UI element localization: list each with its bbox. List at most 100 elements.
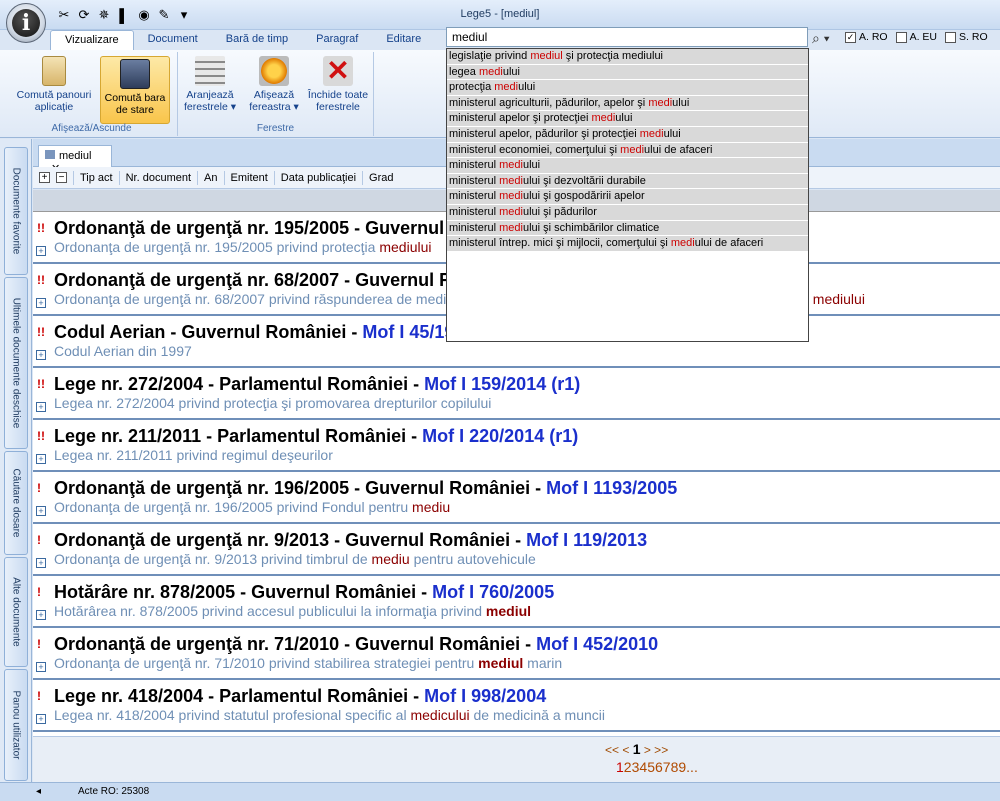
result-title[interactable]: Lege nr. 272/2004 - Parlamentul României… <box>54 368 1000 395</box>
toggle-app-panels-button[interactable]: Comută panouri aplicaţie <box>10 56 98 113</box>
checkbox-s-ro[interactable]: S. RO <box>945 31 988 43</box>
suggestion-item[interactable]: ministerul mediului şi schimbărilor clim… <box>447 220 808 237</box>
pagination: << < 1 > >> 123456789... <box>33 736 1000 782</box>
expand-row-icon[interactable]: + <box>36 246 46 256</box>
description-highlight: mediului <box>812 291 865 307</box>
suggestion-highlight: medi <box>499 205 523 218</box>
result-title[interactable]: Hotărâre nr. 878/2005 - Guvernul Românie… <box>54 576 1000 603</box>
scroll-left-icon[interactable]: ◂ <box>36 786 41 797</box>
importance-icon: !! <box>37 221 45 235</box>
column-tip-act[interactable]: Tip act <box>73 170 119 185</box>
side-tab-favorites[interactable]: Documente favorite <box>4 147 28 275</box>
suggestion-text: ului <box>522 159 541 172</box>
suggestion-item[interactable]: ministerul economiei, comerţului şi medi… <box>447 142 808 159</box>
close-all-windows-button[interactable]: ✕ Închide toate ferestrele <box>304 56 372 114</box>
result-row[interactable]: ! + Ordonanţă de urgenţă nr. 196/2005 - Gu… <box>33 472 1000 524</box>
result-mof-link[interactable]: Mof I 452/2010 <box>536 634 658 654</box>
suggestion-item[interactable]: ministerul mediului şi pădurilor <box>447 204 808 221</box>
tab-editare[interactable]: Editare <box>372 30 435 50</box>
expand-row-icon[interactable]: + <box>36 714 46 724</box>
result-row[interactable]: ! + Ordonanţă de urgenţă nr. 9/2013 - Guve… <box>33 524 1000 576</box>
checkbox-a-eu[interactable]: A. EU <box>895 31 937 43</box>
collapse-all-icon[interactable]: − <box>56 172 67 183</box>
arrange-windows-button[interactable]: Aranjează ferestrele ▾ <box>180 56 240 113</box>
page-link[interactable]: 6 <box>655 759 663 775</box>
search-input[interactable]: mediul <box>446 27 808 47</box>
column-nr-document[interactable]: Nr. document <box>118 170 197 185</box>
result-mof-link[interactable]: Mof I 760/2005 <box>432 582 554 602</box>
suggestion-item[interactable]: ministerul mediului şi dezvoltării durab… <box>447 173 808 190</box>
suggestion-item[interactable]: ministerul agriculturii, pădurilor, apel… <box>447 95 808 112</box>
checkbox-a-ro[interactable]: ✓ A. RO <box>845 31 888 43</box>
expand-row-icon[interactable]: + <box>36 558 46 568</box>
tab-paragraf[interactable]: Paragraf <box>302 30 372 50</box>
side-tab-recent-documents[interactable]: Ultimele documente deschise <box>4 277 28 449</box>
search-icon[interactable]: ⌕ ▾ <box>812 30 830 47</box>
expand-row-icon[interactable]: + <box>36 454 46 464</box>
result-row[interactable]: !! + Lege nr. 272/2004 - Parlamentul Român… <box>33 368 1000 420</box>
result-mof-link[interactable]: Mof I 159/2014 (r1) <box>424 374 580 394</box>
column-data-publicatiei[interactable]: Data publicaţiei <box>273 170 362 185</box>
expand-all-icon[interactable]: + <box>39 172 50 183</box>
column-grad[interactable]: Grad <box>362 170 399 185</box>
page-link[interactable]: 5 <box>647 759 655 775</box>
result-row[interactable]: ! + Lege nr. 418/2004 - Parlamentul Români… <box>33 680 1000 732</box>
importance-icon: ! <box>37 481 41 495</box>
result-row[interactable]: ! + Hotărâre nr. 878/2005 - Guvernul Român… <box>33 576 1000 628</box>
tab-bara-de-timp[interactable]: Bară de timp <box>212 30 302 50</box>
expand-row-icon[interactable]: + <box>36 610 46 620</box>
result-row[interactable]: !! + Lege nr. 211/2011 - Parlamentul Român… <box>33 420 1000 472</box>
suggestion-item[interactable]: ministerul întrep. mici şi mijlocii, com… <box>447 236 808 252</box>
page-link[interactable]: 2 <box>624 759 632 775</box>
result-mof-link[interactable]: Mof I 119/2013 <box>526 530 647 550</box>
description-highlight: mediu <box>412 499 451 515</box>
suggestion-item[interactable]: ministerul apelor, pădurilor şi protecţi… <box>447 126 808 143</box>
tab-document[interactable]: Document <box>134 30 212 50</box>
result-title[interactable]: Lege nr. 418/2004 - Parlamentul României… <box>54 680 1000 707</box>
page-link[interactable]: 1 <box>616 759 624 775</box>
suggestion-item[interactable]: ministerul apelor şi protecţiei mediului <box>447 111 808 127</box>
suggestion-item[interactable]: legea mediului <box>447 64 808 81</box>
toggle-status-bar-button[interactable]: Comută bara de stare <box>100 56 170 124</box>
side-tab-user-panel[interactable]: Panou utilizator <box>4 669 28 781</box>
previous-page-link[interactable]: << < <box>605 743 629 757</box>
document-tab[interactable]: mediul ✕ <box>38 145 112 175</box>
result-title[interactable]: Ordonanţă de urgenţă nr. 196/2005 - Guve… <box>54 472 1000 499</box>
expand-row-icon[interactable]: + <box>36 402 46 412</box>
result-mof-link[interactable]: Mof I 998/2004 <box>424 686 546 706</box>
result-description: Hotărârea nr. 878/2005 privind accesul p… <box>54 603 1000 619</box>
result-title[interactable]: Lege nr. 211/2011 - Parlamentul României… <box>54 420 1000 447</box>
expand-row-icon[interactable]: + <box>36 662 46 672</box>
description-text: marin <box>523 655 563 671</box>
application-button[interactable]: i <box>6 3 46 43</box>
description-highlight: mediului <box>379 239 432 255</box>
side-tab-other-documents[interactable]: Alte documente <box>4 557 28 667</box>
next-page-link[interactable]: > >> <box>644 743 668 757</box>
page-link[interactable]: 7 <box>663 759 671 775</box>
suggestion-highlight: medi <box>478 65 503 78</box>
result-title[interactable]: Ordonanţă de urgenţă nr. 71/2010 - Guver… <box>54 628 1000 655</box>
result-title[interactable]: Ordonanţă de urgenţă nr. 9/2013 - Guvern… <box>54 524 1000 551</box>
suggestion-text: ministerul întrep. mici şi mijlocii, com… <box>449 237 671 250</box>
result-row[interactable]: ! + Ordonanţă de urgenţă nr. 71/2010 - Guv… <box>33 628 1000 680</box>
column-an[interactable]: An <box>197 170 223 185</box>
show-window-button[interactable]: Afişează fereastra ▾ <box>244 56 304 113</box>
result-mof-link[interactable]: Mof I 1193/2005 <box>546 478 677 498</box>
description-text: de medicină a muncii <box>469 707 605 723</box>
more-pages-link[interactable]: ... <box>686 759 698 775</box>
result-mof-link[interactable]: Mof I 220/2014 (r1) <box>422 426 578 446</box>
suggestion-item[interactable]: ministerul mediului şi gospodăririi apel… <box>447 189 808 205</box>
page-link[interactable]: 9 <box>678 759 686 775</box>
suggestion-item[interactable]: ministerul mediului <box>447 158 808 174</box>
side-tab-search-folders[interactable]: Căutare dosare <box>4 451 28 555</box>
column-emitent[interactable]: Emitent <box>223 170 274 185</box>
title-bar: ✂ ⟳ ✵ ▌ ◉ ✎ ▾ Lege5 - [mediul] <box>0 0 1000 30</box>
tab-vizualizare[interactable]: Vizualizare <box>50 30 134 50</box>
expand-row-icon[interactable]: + <box>36 350 46 360</box>
suggestion-item[interactable]: protecţia mediului <box>447 80 808 96</box>
expand-row-icon[interactable]: + <box>36 506 46 516</box>
suggestion-text: ului <box>518 81 536 94</box>
suggestion-item[interactable]: legislaţie privind mediul şi protecţia m… <box>447 49 808 65</box>
expand-row-icon[interactable]: + <box>36 298 46 308</box>
button-label: Aranjează ferestrele ▾ <box>184 89 236 113</box>
